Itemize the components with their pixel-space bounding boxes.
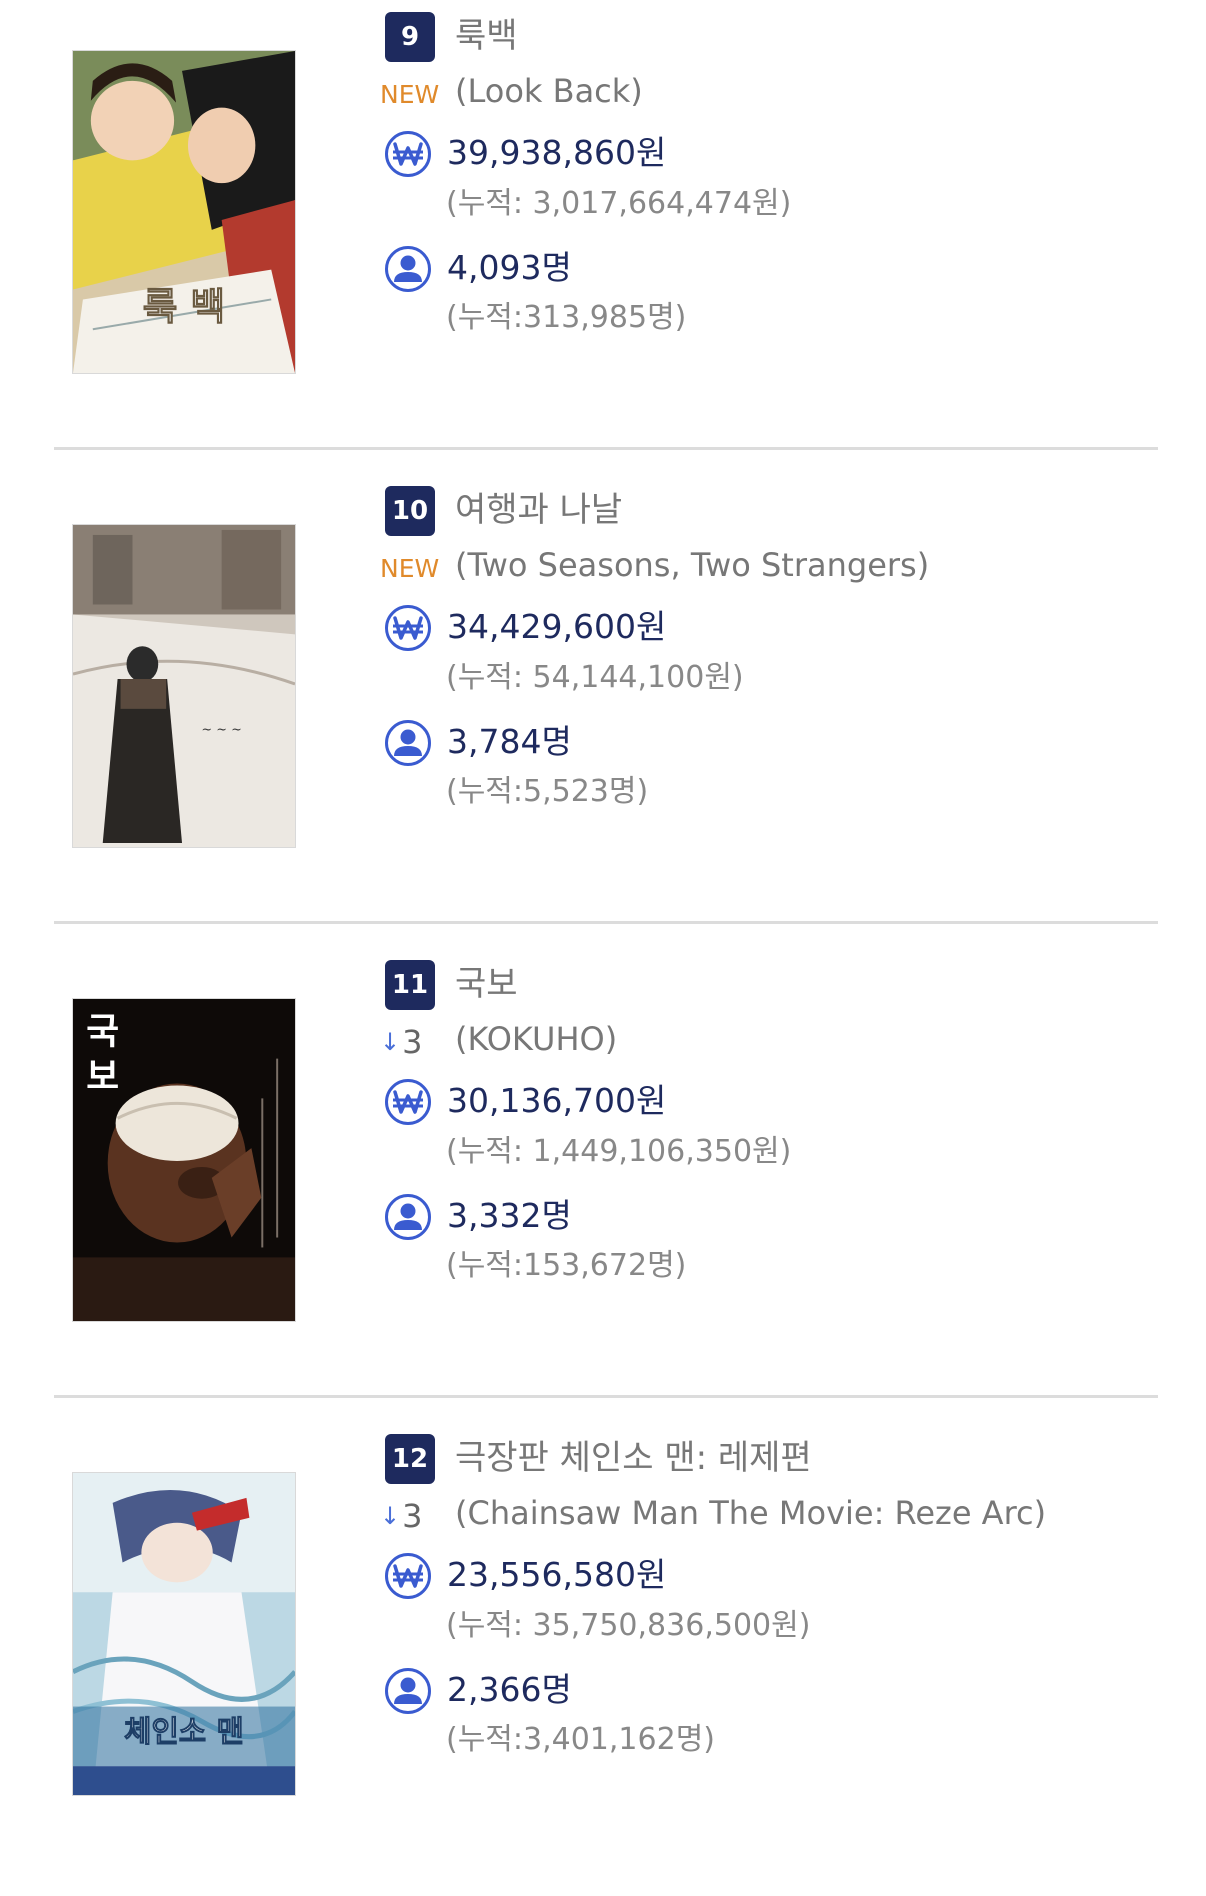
daily-revenue: 39,938,860원 [447, 133, 667, 172]
poster-image: ~ ~ ~ [73, 525, 295, 847]
entry-divider [54, 447, 1158, 450]
movie-title-korean[interactable]: 국보 [455, 961, 518, 1007]
movie-entry[interactable]: 국 보 11 국보 ↓ 3 (KOKUHO) 30,136,700원 (누적: … [0, 948, 1206, 1422]
movie-entry[interactable]: 룩 백 9 룩백 NEW (Look Back) 39,938,860원 (누적… [0, 0, 1206, 474]
movie-poster[interactable]: ~ ~ ~ [72, 524, 296, 848]
won-currency-icon [385, 1553, 431, 1599]
movie-title-english: (Two Seasons, Two Strangers) [455, 546, 930, 584]
poster-title-art: 체인소 맨 [124, 1714, 244, 1749]
cumulative-revenue: (누적: 3,017,664,474원) [446, 186, 792, 221]
new-badge: NEW [380, 79, 440, 109]
new-badge: NEW [380, 553, 440, 583]
cumulative-audience: (누적:313,985명) [446, 300, 687, 335]
rank-change-down: ↓ 3 [380, 1496, 422, 1536]
daily-audience: 3,784명 [447, 722, 572, 761]
cumulative-audience: (누적:153,672명) [446, 1248, 687, 1283]
movie-title-english: (Look Back) [455, 72, 643, 110]
movie-title-english: (KOKUHO) [455, 1020, 618, 1058]
daily-revenue: 30,136,700원 [447, 1081, 667, 1120]
poster-image: 체인소 맨 [73, 1473, 295, 1795]
poster-image: 국 보 [73, 999, 295, 1321]
movie-title-english: (Chainsaw Man The Movie: Reze Arc) [455, 1494, 1047, 1532]
movie-poster[interactable]: 국 보 [72, 998, 296, 1322]
rank-badge: 10 [385, 486, 435, 536]
rank-change-new: NEW [380, 548, 439, 588]
daily-revenue: 34,429,600원 [447, 607, 667, 646]
cumulative-revenue: (누적: 54,144,100원) [446, 660, 744, 695]
daily-revenue: 23,556,580원 [447, 1555, 667, 1594]
daily-audience: 4,093명 [447, 248, 572, 287]
rank-change-value: 3 [402, 1023, 423, 1061]
movie-poster[interactable]: 체인소 맨 [72, 1472, 296, 1796]
entry-divider [54, 921, 1158, 924]
person-icon [385, 1668, 431, 1714]
movie-entry[interactable]: 체인소 맨 12 극장판 체인소 맨: 레제편 ↓ 3 (Chainsaw Ma… [0, 1422, 1206, 1896]
movie-title-korean[interactable]: 룩백 [455, 13, 518, 59]
rank-badge: 9 [385, 12, 435, 62]
rank-change-value: 3 [402, 1497, 423, 1535]
down-arrow-icon: ↓ [380, 1502, 401, 1530]
won-currency-icon [385, 1079, 431, 1125]
daily-audience: 3,332명 [447, 1196, 572, 1235]
won-currency-icon [385, 605, 431, 651]
rank-badge: 12 [385, 1434, 435, 1484]
person-icon [385, 1194, 431, 1240]
rank-change-down: ↓ 3 [380, 1022, 422, 1062]
cumulative-revenue: (누적: 1,449,106,350원) [446, 1134, 792, 1169]
down-arrow-icon: ↓ [380, 1028, 401, 1056]
cumulative-revenue: (누적: 35,750,836,500원) [446, 1608, 811, 1643]
entry-divider [54, 1395, 1158, 1398]
cumulative-audience: (누적:5,523명) [446, 774, 649, 809]
rank-badge: 11 [385, 960, 435, 1010]
won-currency-icon [385, 131, 431, 177]
rank-change-new: NEW [380, 74, 439, 114]
svg-text:보: 보 [86, 1056, 119, 1097]
movie-title-korean[interactable]: 극장판 체인소 맨: 레제편 [455, 1435, 812, 1481]
svg-text:국: 국 [86, 1012, 119, 1053]
movie-poster[interactable]: 룩 백 [72, 50, 296, 374]
poster-title-art: 룩 백 [143, 284, 225, 328]
person-icon [385, 720, 431, 766]
daily-audience: 2,366명 [447, 1670, 572, 1709]
person-icon [385, 246, 431, 292]
poster-image: 룩 백 [73, 51, 295, 373]
svg-text:~ ~ ~: ~ ~ ~ [201, 723, 242, 738]
movie-title-korean[interactable]: 여행과 나날 [455, 487, 622, 533]
movie-entry[interactable]: ~ ~ ~ 10 여행과 나날 NEW (Two Seasons, Two St… [0, 474, 1206, 948]
cumulative-audience: (누적:3,401,162명) [446, 1722, 715, 1757]
